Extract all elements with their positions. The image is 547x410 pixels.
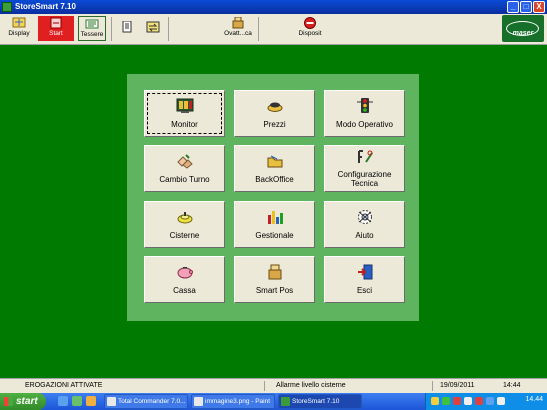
smart-pos-icon (268, 264, 282, 280)
tray-icon[interactable] (431, 397, 439, 405)
close-button[interactable]: X (533, 1, 545, 13)
toolbar-separator (258, 17, 259, 41)
tile-prezzi[interactable]: Prezzi (234, 90, 315, 137)
quicklaunch-desktop-icon[interactable] (72, 396, 82, 406)
transfer-icon (146, 21, 160, 33)
menu-panel: Monitor Prezzi Modo Operativo Cambio Tur… (127, 74, 419, 321)
title-bar: StoreSmart 7.10 _ □ X (0, 0, 547, 14)
tile-label: Cassa (173, 286, 196, 295)
tile-label: Aiuto (355, 231, 374, 240)
taskbar: start Total Commander 7.0... immagine3.p… (0, 393, 547, 410)
tile-backoffice[interactable]: BackOffice (234, 145, 315, 192)
traffic-light-icon (357, 98, 373, 113)
start-button[interactable]: start (0, 393, 46, 410)
task-total-commander[interactable]: Total Commander 7.0... (104, 394, 188, 409)
toolbar-transfer-button[interactable] (142, 16, 164, 41)
toolbar: Display Start Tessere Ovatt...ca Disposi… (0, 14, 547, 45)
toolbar-cash-register-button[interactable]: Ovatt...ca (222, 16, 254, 41)
tools-icon (358, 150, 373, 163)
total-commander-icon (107, 397, 116, 406)
tray-icon[interactable] (453, 397, 461, 405)
status-date: 19/09/2011 (440, 382, 475, 389)
tile-label: Cambio Turno (159, 175, 210, 184)
app-icon (2, 2, 12, 12)
toolbar-tessere-button[interactable]: Tessere (78, 16, 106, 41)
tray-icon[interactable] (464, 397, 472, 405)
quicklaunch-ie-icon[interactable] (58, 396, 68, 406)
tile-cassa[interactable]: Cassa (144, 256, 225, 303)
paint-icon (194, 397, 203, 406)
storesmart-icon (281, 397, 290, 406)
toolbar-report-button[interactable] (116, 16, 138, 41)
start-icon (50, 17, 62, 29)
minimize-button[interactable]: _ (507, 1, 519, 13)
tile-cisterne[interactable]: Cisterne (144, 201, 225, 248)
toolbar-start-button[interactable]: Start (38, 16, 74, 41)
tile-aiuto[interactable]: Aiuto (324, 201, 405, 248)
stop-icon (304, 17, 316, 29)
windows-logo-icon (4, 397, 13, 406)
bar-chart-icon (268, 211, 283, 224)
tile-smart-pos[interactable]: Smart Pos (234, 256, 315, 303)
tile-label: Gestionale (255, 231, 294, 240)
monitor-icon (176, 98, 194, 113)
system-tray: 14.44 (425, 393, 547, 410)
toolbar-display-button[interactable]: Display (4, 16, 34, 41)
maximize-button[interactable]: □ (520, 1, 532, 13)
help-icon (358, 210, 372, 224)
window-title: StoreSmart 7.10 (15, 2, 76, 11)
status-bar: EROGAZIONI ATTIVATE Allarme livello cist… (0, 378, 547, 393)
taskbar-clock[interactable]: 14.44 (525, 396, 543, 403)
tile-modo-operativo[interactable]: Modo Operativo (324, 90, 405, 137)
status-erogazioni: EROGAZIONI ATTIVATE (25, 382, 103, 389)
workspace: Monitor Prezzi Modo Operativo Cambio Tur… (0, 45, 547, 378)
tile-label: Configurazione Tecnica (337, 170, 392, 188)
tray-icon[interactable] (475, 397, 483, 405)
task-paint[interactable]: immagine3.png - Paint (191, 394, 275, 409)
tessere-icon (85, 19, 99, 29)
exit-door-icon (358, 264, 373, 280)
tile-label: Smart Pos (255, 286, 294, 295)
quicklaunch-folder-icon[interactable] (86, 396, 96, 406)
tile-monitor[interactable]: Monitor (144, 90, 225, 137)
folder-icon (267, 155, 283, 168)
display-icon (12, 17, 26, 28)
task-storesmart[interactable]: StoreSmart 7.10 (278, 394, 362, 409)
logo-text: maser (512, 30, 534, 37)
tile-configurazione-tecnica[interactable]: Configurazione Tecnica (324, 145, 405, 192)
status-alarm: Allarme livello cisterne (276, 382, 346, 389)
tray-icon[interactable] (497, 397, 505, 405)
status-divider (264, 381, 265, 391)
status-divider (432, 381, 433, 391)
tile-cambio-turno[interactable]: Cambio Turno (144, 145, 225, 192)
tile-label: BackOffice (255, 175, 294, 184)
tile-esci[interactable]: Esci (324, 256, 405, 303)
status-time: 14:44 (503, 382, 521, 389)
tile-gestionale[interactable]: Gestionale (234, 201, 315, 248)
tray-icon[interactable] (486, 397, 494, 405)
toolbar-separator (111, 17, 112, 41)
tile-label: Prezzi (263, 120, 286, 129)
shift-change-icon (177, 154, 193, 169)
maser-logo: maser (502, 15, 544, 42)
tile-label: Modo Operativo (336, 120, 393, 129)
report-icon (122, 21, 132, 33)
tray-icon[interactable] (442, 397, 450, 405)
piggy-bank-icon (177, 267, 193, 279)
cash-register-icon (232, 17, 244, 29)
toolbar-stop-button[interactable]: Disposit (294, 16, 326, 41)
tile-label: Monitor (171, 120, 198, 129)
tank-icon (177, 212, 193, 224)
tile-label: Cisterne (169, 231, 200, 240)
tile-label: Esci (356, 286, 373, 295)
toolbar-separator (168, 17, 169, 41)
prices-icon (267, 102, 283, 112)
